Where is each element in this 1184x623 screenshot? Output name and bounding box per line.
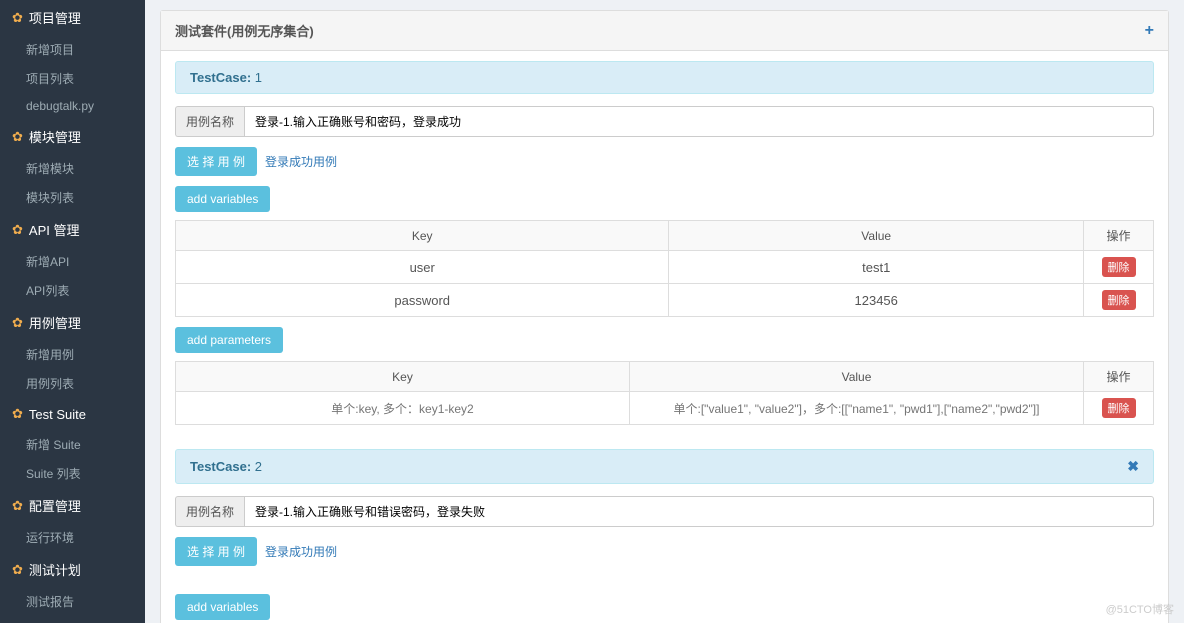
menu-group-label: API 管理 [29, 220, 80, 239]
main-content: 测试套件(用例无序集合) + TestCase: 1用例名称选 择 用 例登录成… [145, 0, 1184, 623]
menu-group-label: 配置管理 [29, 496, 81, 515]
table-row: usertest1 删除 [176, 251, 1154, 284]
menu-group-6[interactable]: ✿ 测试计划 [0, 552, 145, 587]
gear-icon: ✿ [12, 129, 23, 145]
sidebar: ✿ 项目管理新增项目项目列表debugtalk.py ✿ 模块管理新增模块模块列表 ✿ A… [0, 0, 145, 623]
case-name-group: 用例名称 [175, 496, 1154, 527]
menu-item[interactable]: 新增API [0, 247, 145, 276]
case-name-label: 用例名称 [175, 106, 244, 137]
menu-group-label: 模块管理 [29, 127, 81, 146]
select-case-button[interactable]: 选 择 用 例 [175, 147, 257, 176]
menu-item[interactable]: debugtalk.py [0, 93, 145, 119]
select-case-button[interactable]: 选 择 用 例 [175, 537, 257, 566]
delete-button[interactable]: 删除 [1102, 398, 1136, 418]
menu-item[interactable]: 测试报告 [0, 587, 145, 616]
suite-body: TestCase: 1用例名称选 择 用 例登录成功用例add variable… [161, 51, 1168, 623]
var-key[interactable]: password [176, 284, 669, 317]
gear-icon: ✿ [12, 10, 23, 26]
menu-group-label: 测试计划 [29, 560, 81, 579]
variables-table: KeyValue操作 usertest1 删除 password123456 删除 [175, 220, 1154, 317]
case-name-input[interactable] [244, 496, 1154, 527]
select-case-hint[interactable]: 登录成功用例 [265, 543, 337, 560]
param-value-input[interactable] [640, 402, 1073, 416]
menu-group-3[interactable]: ✿ 用例管理 [0, 305, 145, 340]
suite-panel: 测试套件(用例无序集合) + TestCase: 1用例名称选 择 用 例登录成… [160, 10, 1169, 623]
menu-item[interactable]: API列表 [0, 276, 145, 305]
menu-item[interactable]: 用例列表 [0, 369, 145, 398]
gear-icon: ✿ [12, 315, 23, 331]
menu-item[interactable]: 新增项目 [0, 35, 145, 64]
gear-icon: ✿ [12, 406, 23, 422]
menu-group-2[interactable]: ✿ API 管理 [0, 212, 145, 247]
case-name-label: 用例名称 [175, 496, 244, 527]
param-key-input[interactable] [186, 402, 619, 416]
testcase-title: TestCase: 2 [190, 459, 262, 474]
menu-group-4[interactable]: ✿ Test Suite [0, 398, 145, 430]
testcase-heading: TestCase: 2 ✖ [175, 449, 1154, 484]
gear-icon: ✿ [12, 498, 23, 514]
col-op: 操作 [1084, 362, 1154, 392]
menu-group-1[interactable]: ✿ 模块管理 [0, 119, 145, 154]
case-name-group: 用例名称 [175, 106, 1154, 137]
menu-group-label: Test Suite [29, 407, 86, 422]
menu-item[interactable]: 模块列表 [0, 183, 145, 212]
add-variables-button[interactable]: add variables [175, 594, 270, 620]
menu-item[interactable]: 项目列表 [0, 64, 145, 93]
col-op: 操作 [1084, 221, 1154, 251]
add-testcase-icon[interactable]: + [1145, 22, 1154, 40]
table-row: password123456 删除 [176, 284, 1154, 317]
var-key[interactable]: user [176, 251, 669, 284]
menu-group-label: 用例管理 [29, 313, 81, 332]
menu-group-0[interactable]: ✿ 项目管理 [0, 0, 145, 35]
menu-item[interactable]: Suite 列表 [0, 459, 145, 488]
col-key: Key [176, 221, 669, 251]
add-variables-button[interactable]: add variables [175, 186, 270, 212]
menu-group-label: 项目管理 [29, 8, 81, 27]
menu-item[interactable]: 新增任务 [0, 616, 145, 623]
menu-item[interactable]: 新增 Suite [0, 430, 145, 459]
select-case-row: 选 择 用 例登录成功用例 [175, 147, 1154, 176]
select-case-hint[interactable]: 登录成功用例 [265, 153, 337, 170]
delete-button[interactable]: 删除 [1102, 290, 1136, 310]
col-value: Value [669, 221, 1084, 251]
menu-item[interactable]: 新增模块 [0, 154, 145, 183]
menu-item[interactable]: 新增用例 [0, 340, 145, 369]
gear-icon: ✿ [12, 562, 23, 578]
table-row: 删除 [176, 392, 1154, 425]
remove-testcase-icon[interactable]: ✖ [1127, 458, 1139, 475]
gear-icon: ✿ [12, 222, 23, 238]
delete-button[interactable]: 删除 [1102, 257, 1136, 277]
testcase-title: TestCase: 1 [190, 70, 262, 85]
case-name-input[interactable] [244, 106, 1154, 137]
suite-heading: 测试套件(用例无序集合) + [161, 11, 1168, 51]
watermark: @51CTO博客 [1106, 601, 1174, 617]
testcase-heading: TestCase: 1 [175, 61, 1154, 94]
col-key: Key [176, 362, 630, 392]
menu-item[interactable]: 运行环境 [0, 523, 145, 552]
select-case-row: 选 择 用 例登录成功用例 [175, 537, 1154, 566]
add-parameters-button[interactable]: add parameters [175, 327, 283, 353]
suite-title: 测试套件(用例无序集合) [175, 21, 314, 40]
parameters-table: KeyValue操作删除 [175, 361, 1154, 425]
var-value[interactable]: test1 [669, 251, 1084, 284]
testcase-block: TestCase: 1 用例名称选 择 用 例登录成功用例 add variable… [175, 61, 1154, 425]
menu-group-5[interactable]: ✿ 配置管理 [0, 488, 145, 523]
var-value[interactable]: 123456 [669, 284, 1084, 317]
col-value: Value [630, 362, 1084, 392]
testcase-block: TestCase: 2 ✖ 用例名称选 择 用 例登录成功用例 add variabl… [175, 449, 1154, 623]
